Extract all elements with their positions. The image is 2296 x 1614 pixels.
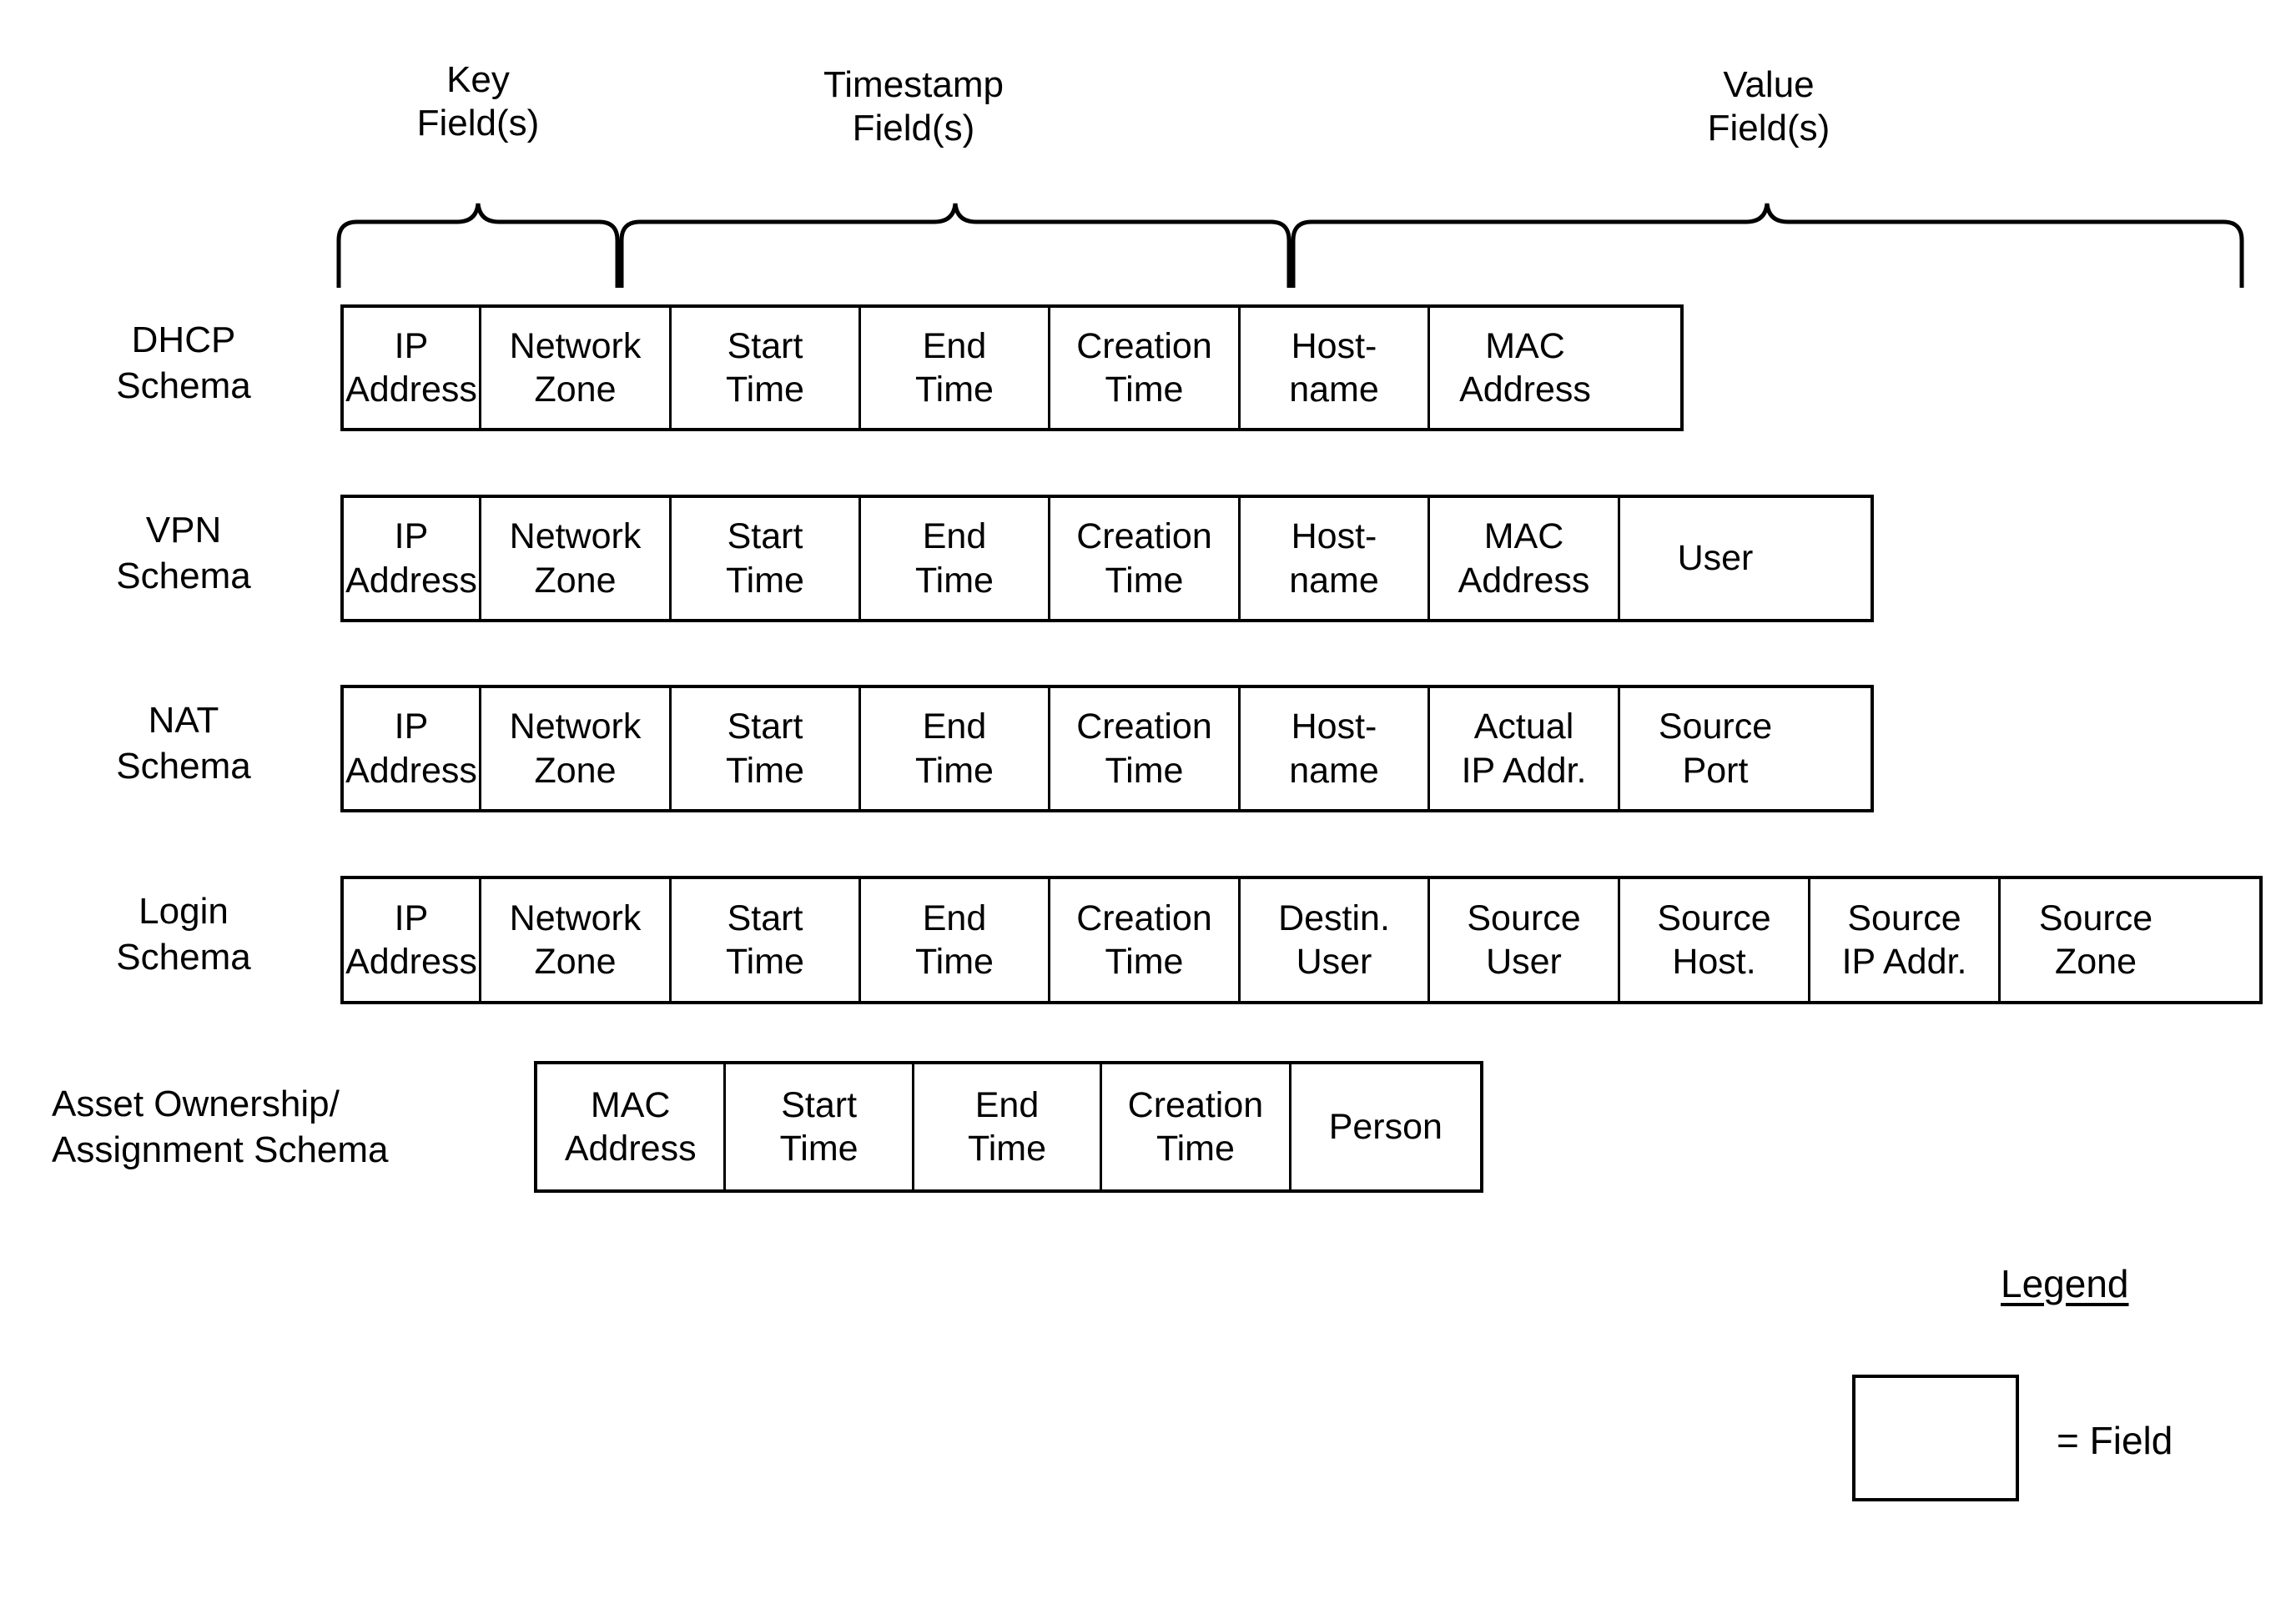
brace-timestamp (619, 203, 1292, 288)
field-cell[interactable]: MAC Address (537, 1064, 727, 1189)
schema-label-dhcp: DHCP Schema (116, 319, 251, 406)
field-cell[interactable]: Network Zone (481, 688, 672, 809)
field-cell[interactable]: Start Time (672, 498, 861, 619)
field-cell[interactable]: End Time (861, 308, 1050, 428)
field-cell[interactable]: User (1620, 498, 1810, 619)
legend-title: Legend (2001, 1262, 2129, 1305)
schema-row-asset-ownership: MAC Address Start Time End Time Creation… (534, 1061, 1483, 1193)
field-cell[interactable]: Creation Time (1050, 308, 1241, 428)
field-cell[interactable]: IP Address (344, 498, 481, 619)
field-cell[interactable]: End Time (861, 688, 1050, 809)
field-cell[interactable]: End Time (861, 879, 1050, 1001)
field-cell[interactable]: IP Address (344, 879, 481, 1001)
field-cell[interactable]: Source Zone (2001, 879, 2191, 1001)
field-cell[interactable]: Host- name (1241, 688, 1430, 809)
schema-label-login: Login Schema (116, 891, 251, 978)
schema-row-dhcp: IP Address Network Zone Start Time End T… (340, 304, 1684, 431)
schema-row-login: IP Address Network Zone Start Time End T… (340, 876, 2263, 1004)
field-cell[interactable]: IP Address (344, 308, 481, 428)
field-cell[interactable]: Creation Time (1050, 498, 1241, 619)
field-cell[interactable]: MAC Address (1430, 308, 1620, 428)
field-cell[interactable]: End Time (914, 1064, 1103, 1189)
field-cell[interactable]: Person (1292, 1064, 1480, 1189)
schema-row-vpn: IP Address Network Zone Start Time End T… (340, 495, 1874, 622)
group-label-timestamp: Timestamp Field(s) (823, 64, 1004, 149)
field-cell[interactable]: MAC Address (1430, 498, 1620, 619)
field-cell[interactable]: Start Time (672, 879, 861, 1001)
group-label-key: Key Field(s) (416, 59, 540, 144)
field-cell[interactable]: Source Port (1620, 688, 1810, 809)
schema-label-asset-ownership: Asset Ownership/ Assignment Schema (52, 1084, 389, 1170)
schema-row-nat: IP Address Network Zone Start Time End T… (340, 685, 1874, 812)
field-cell[interactable]: Creation Time (1050, 879, 1241, 1001)
field-cell[interactable]: Destin. User (1241, 879, 1430, 1001)
field-cell[interactable]: Start Time (672, 308, 861, 428)
field-cell[interactable]: Network Zone (481, 498, 672, 619)
legend-field-swatch (1852, 1375, 2019, 1501)
field-cell[interactable]: Host- name (1241, 498, 1430, 619)
field-cell[interactable]: IP Address (344, 688, 481, 809)
field-cell[interactable]: Creation Time (1102, 1064, 1292, 1189)
field-cell[interactable]: End Time (861, 498, 1050, 619)
field-cell[interactable]: Actual IP Addr. (1430, 688, 1620, 809)
field-cell[interactable]: Host- name (1241, 308, 1430, 428)
field-cell[interactable]: Source Host. (1620, 879, 1810, 1001)
group-braces (336, 203, 2244, 288)
group-label-value: Value Field(s) (1707, 64, 1830, 149)
field-cell[interactable]: Source User (1430, 879, 1620, 1001)
field-cell[interactable]: Source IP Addr. (1810, 879, 2001, 1001)
diagram-canvas: Key Field(s) Timestamp Field(s) Value Fi… (0, 0, 2296, 1614)
legend-field-label: = Field (2057, 1419, 2173, 1462)
field-cell[interactable]: Start Time (672, 688, 861, 809)
schema-label-vpn: VPN Schema (116, 510, 251, 596)
field-cell[interactable]: Network Zone (481, 879, 672, 1001)
field-cell[interactable]: Start Time (726, 1064, 914, 1189)
brace-value (1291, 203, 2244, 288)
field-cell[interactable]: Network Zone (481, 308, 672, 428)
brace-key (336, 203, 620, 288)
schema-label-nat: NAT Schema (116, 700, 251, 787)
field-cell[interactable]: Creation Time (1050, 688, 1241, 809)
